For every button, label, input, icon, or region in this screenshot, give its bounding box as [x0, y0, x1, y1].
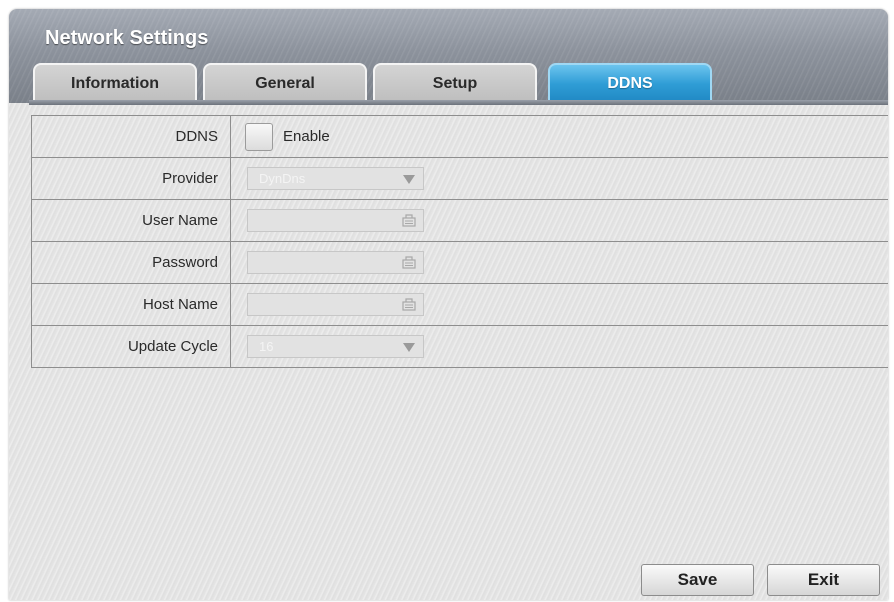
host-name-row: Host Name — [32, 284, 888, 326]
host-name-label: Host Name — [32, 284, 231, 325]
ddns-label: DDNS — [32, 116, 231, 157]
ddns-row: DDNS Enable — [32, 116, 888, 158]
provider-select[interactable]: DynDns — [247, 167, 424, 190]
update-cycle-value: 16 — [259, 339, 274, 354]
user-name-row: User Name — [32, 200, 888, 242]
update-cycle-label: Update Cycle — [32, 326, 231, 367]
title-bar: Network Settings Information General Set… — [9, 9, 888, 103]
user-name-label: User Name — [32, 200, 231, 241]
keyboard-icon[interactable] — [402, 256, 416, 269]
network-settings-window: Network Settings Information General Set… — [9, 9, 888, 600]
provider-value: DynDns — [259, 171, 306, 186]
tab-general[interactable]: General — [203, 63, 367, 103]
enable-label: Enable — [283, 128, 330, 145]
password-row: Password — [32, 242, 888, 284]
host-name-input[interactable] — [247, 293, 424, 316]
save-button[interactable]: Save — [641, 564, 754, 596]
user-name-input[interactable] — [247, 209, 424, 232]
ddns-enable-checkbox[interactable] — [245, 123, 273, 151]
password-label: Password — [32, 242, 231, 283]
tab-divider — [29, 100, 888, 105]
exit-button[interactable]: Exit — [767, 564, 880, 596]
ddns-form: DDNS Enable Provider DynDns User Name Pa… — [31, 115, 888, 368]
tab-ddns[interactable]: DDNS — [548, 63, 712, 103]
provider-label: Provider — [32, 158, 231, 199]
keyboard-icon[interactable] — [402, 298, 416, 311]
dropdown-arrow-icon — [403, 175, 415, 184]
tab-setup[interactable]: Setup — [373, 63, 537, 103]
keyboard-icon[interactable] — [402, 214, 416, 227]
update-cycle-select[interactable]: 16 — [247, 335, 424, 358]
tab-information[interactable]: Information — [33, 63, 197, 103]
password-input[interactable] — [247, 251, 424, 274]
update-cycle-row: Update Cycle 16 — [32, 326, 888, 368]
provider-row: Provider DynDns — [32, 158, 888, 200]
window-title: Network Settings — [45, 27, 209, 49]
dropdown-arrow-icon — [403, 343, 415, 352]
